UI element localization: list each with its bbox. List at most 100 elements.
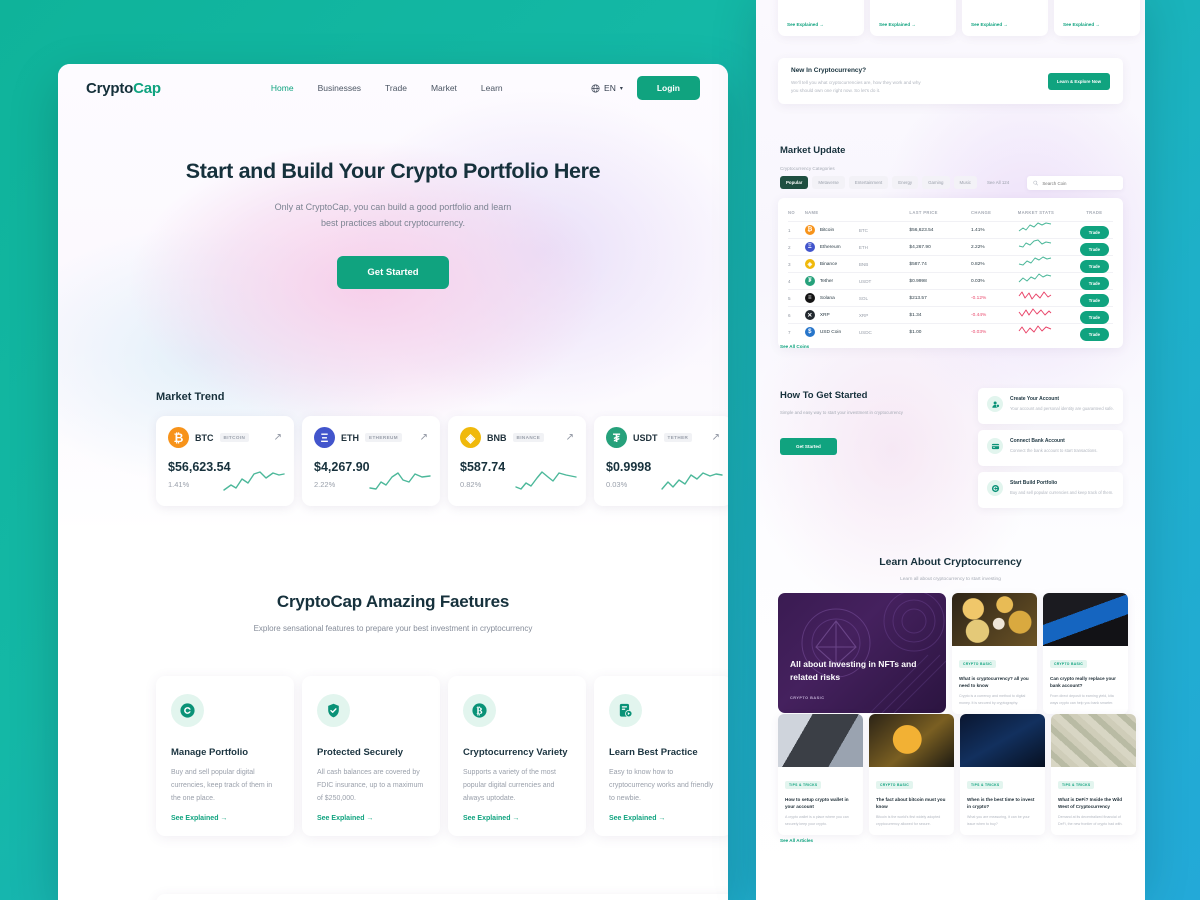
see-explained-link[interactable]: See Explained → — [171, 815, 227, 822]
chip-music[interactable]: Music — [953, 176, 977, 189]
see-explained-label: See Explained — [787, 22, 819, 27]
feature-card[interactable]: Protected Securely All cash balances are… — [302, 676, 440, 836]
see-explained-link[interactable]: See Explained → — [1063, 22, 1100, 27]
row-trade-cell: Trade — [1076, 255, 1113, 273]
feature-card-tail[interactable]: All cash balances are covered by FDIC in… — [870, 0, 956, 36]
table-row[interactable]: 3 ◈ Binance BNB $587.74 0.82% Trade — [788, 255, 1113, 273]
nav-link-market[interactable]: Market — [431, 83, 457, 93]
row-price: $1.34 — [909, 312, 922, 318]
article-title: Can crypto really replace your bank acco… — [1050, 676, 1116, 689]
see-explained-link[interactable]: See Explained → — [609, 815, 665, 822]
cta-text: New In Cryptocurrency? We'll tell you wh… — [791, 67, 921, 96]
nav-link-trade[interactable]: Trade — [385, 83, 407, 93]
chip-gaming[interactable]: Gaming — [922, 176, 950, 189]
coin-name-tag: ETHEREUM — [365, 433, 402, 442]
login-button[interactable]: Login — [636, 76, 700, 100]
row-number: 6 — [788, 312, 791, 318]
featured-article-card[interactable]: All about Investing in NFTs and related … — [778, 593, 946, 713]
article-desc: Bitcoin is the world's first widely adop… — [876, 815, 941, 826]
article-card[interactable]: CRYPTO BASIC What is cryptocurrency? all… — [952, 593, 1037, 714]
feature-card-tail[interactable]: Easy to know how to cryptocurrency works… — [1054, 0, 1140, 36]
coin-price: $587.74 — [460, 460, 506, 474]
step-card[interactable]: Connect Bank Account Connect the bank ac… — [978, 430, 1123, 466]
step-card[interactable]: Start Build Portfolio Buy and sell popul… — [978, 472, 1123, 508]
logo[interactable]: CryptoCap — [86, 80, 161, 97]
language-selector[interactable]: EN ▾ — [591, 83, 623, 93]
see-explained-label: See Explained — [1063, 22, 1095, 27]
learn-explore-button[interactable]: Learn & Explore Now — [1047, 72, 1110, 90]
coin-name: Tether — [819, 278, 834, 284]
see-explained-link[interactable]: See Explained → — [879, 22, 916, 27]
xrp-coin-icon: ✕ — [804, 310, 815, 320]
article-desc: A crypto wallet is a place where you can… — [785, 815, 849, 826]
cta-desc-line2: you should own one right now. So let's d… — [791, 88, 881, 93]
market-trend-card[interactable]: ₿ BTC BITCOIN ↗ $56,623.54 1.41% — [156, 416, 294, 506]
article-card[interactable]: CRYPTO BASIC The fact about bitcoin must… — [869, 714, 954, 835]
see-all-coins-link[interactable]: See All Coins — [780, 344, 809, 349]
table-row[interactable]: 2 Ξ Ethereum ETH $4,267.90 2.22% Trade — [788, 238, 1113, 256]
arrow-up-right-icon: ↗ — [273, 432, 282, 443]
row-coin: ₮ Tether USDT — [804, 276, 910, 286]
chip-energy[interactable]: Energy — [892, 176, 919, 189]
trade-button[interactable]: Trade — [1079, 328, 1109, 341]
bitcoin-gold-image — [869, 714, 954, 767]
row-change: 2.22% — [971, 244, 985, 250]
coin-name-tag: BITCOIN — [219, 433, 250, 442]
article-tag: CRYPTO BASIC — [876, 781, 914, 789]
table-row[interactable]: 5 ≡ Solana SOL $213.57 -0.12% Trade — [788, 289, 1113, 307]
see-explained-link[interactable]: See Explained → — [317, 815, 373, 822]
see-explained-link[interactable]: See Explained → — [787, 22, 824, 27]
chip-entertainment[interactable]: Entertainment — [848, 176, 889, 189]
table-row[interactable]: 6 ✕ XRP XRP $1.34 -0.44% Trade — [788, 306, 1113, 324]
get-started-steps: Create Your Account Your account and per… — [978, 388, 1123, 508]
feature-card-tail[interactable]: Buy and sell popular digital currencies,… — [778, 0, 864, 36]
search-coin-box[interactable] — [1027, 176, 1123, 190]
article-tag: TIPS & TRICKS — [1058, 781, 1095, 789]
see-explained-link[interactable]: See Explained → — [463, 815, 519, 822]
feature-card[interactable]: ₿ Cryptocurrency Variety Supports a vari… — [448, 676, 586, 836]
step-card[interactable]: Create Your Account Your account and per… — [978, 388, 1123, 424]
chip-popular[interactable]: Popular — [780, 176, 809, 189]
step-text: Connect Bank Account Connect the bank ac… — [1010, 438, 1098, 454]
nav-link-learn[interactable]: Learn — [481, 83, 503, 93]
row-price: $213.57 — [909, 295, 927, 301]
chip-see-all[interactable]: See All 124 — [981, 176, 1015, 189]
card-header: ₮ USDT TETHER ↗ — [606, 427, 720, 448]
get-started-button[interactable]: Get Started — [780, 438, 837, 455]
article-card[interactable]: TIPS & TRICKS When is the best time to i… — [960, 714, 1045, 835]
get-started-button[interactable]: Get Started — [337, 255, 449, 289]
step-desc: Buy and sell popular currencies and keep… — [1010, 490, 1114, 495]
market-trend-card[interactable]: ₮ USDT TETHER ↗ $0.9998 0.03% — [594, 416, 728, 506]
bank-sign-image — [1043, 593, 1128, 646]
coin-name: Solana — [819, 295, 835, 301]
market-trend-card[interactable]: ◈ BNB BINANCE ↗ $587.74 0.82% — [448, 416, 586, 506]
search-input[interactable] — [1042, 180, 1117, 186]
cta-description: We'll tell you what cryptocurrencies are… — [791, 79, 921, 96]
feature-card[interactable]: Learn Best Practice Easy to know how to … — [594, 676, 728, 836]
feature-card-tail[interactable]: Supports a variety of the most popular d… — [962, 0, 1048, 36]
coin-symbol: USDC — [858, 329, 872, 335]
article-card[interactable]: CRYPTO BASIC Can crypto really replace y… — [1043, 593, 1128, 714]
step-text: Start Build Portfolio Buy and sell popul… — [1010, 480, 1113, 496]
card-header: Ξ ETH ETHEREUM ↗ — [314, 427, 428, 448]
logo-text-primary: Crypto — [86, 79, 134, 97]
usdt-coin-icon: ₮ — [606, 427, 627, 448]
table-row[interactable]: 4 ₮ Tether USDT $0.9998 0.03% Trade — [788, 272, 1113, 290]
table-row[interactable]: 7 $ USD Coin USDC $1.00 -0.03% Trade — [788, 323, 1113, 341]
see-all-articles-link[interactable]: See All Articles — [780, 838, 813, 843]
row-sparkline — [1018, 323, 1076, 341]
chip-metaverse[interactable]: Metaverse — [812, 176, 845, 189]
nav-link-home[interactable]: Home — [271, 83, 294, 93]
article-tag: CRYPTO BASIC — [959, 660, 997, 668]
coin-symbol: USDT — [633, 432, 658, 443]
feature-card[interactable]: Manage Portfolio Buy and sell popular di… — [156, 676, 294, 836]
article-card[interactable]: TIPS & TRICKS What is DeFi? Inside the W… — [1051, 714, 1136, 835]
step-name: Connect Bank Account — [1010, 438, 1065, 444]
categories-label: Cryptocurrency Categories — [780, 166, 835, 171]
market-trend-card[interactable]: Ξ ETH ETHEREUM ↗ $4,267.90 2.22% — [302, 416, 440, 506]
table-row[interactable]: 1 ₿ Bitcoin BTC $56,623.54 1.41% Trade — [788, 221, 1113, 239]
row-coin: Ξ Ethereum ETH — [804, 242, 910, 252]
article-card[interactable]: TIPS & TRICKS How to setup crypto wallet… — [778, 714, 863, 835]
see-explained-link[interactable]: See Explained → — [971, 22, 1008, 27]
nav-link-businesses[interactable]: Businesses — [318, 83, 361, 93]
